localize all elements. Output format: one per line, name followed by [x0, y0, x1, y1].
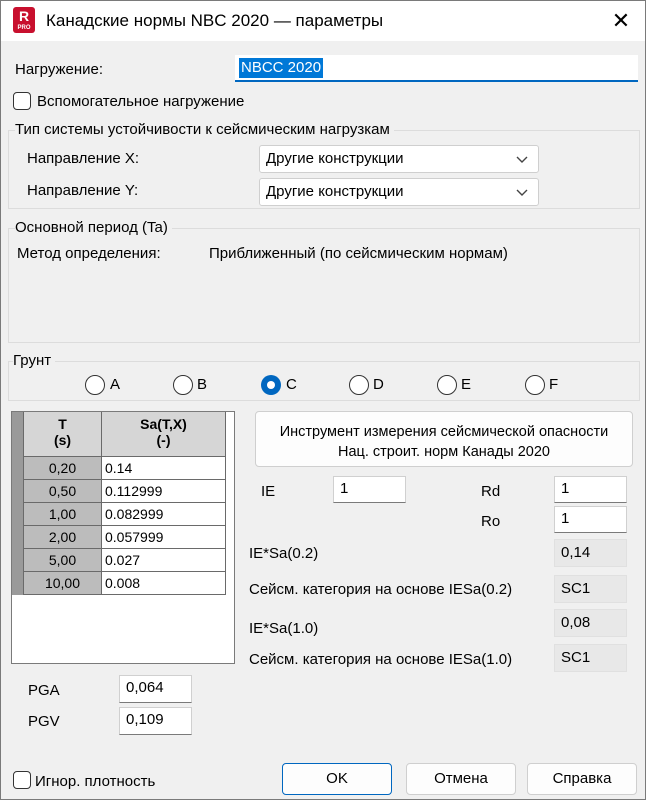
ok-button[interactable]: OK [282, 763, 392, 795]
dir-x-value: Другие конструкции [266, 150, 404, 167]
cat02-label: Сейсм. категория на основе IESa(0.2) [249, 581, 513, 598]
app-logo-icon: R PRO [13, 7, 35, 33]
iesa02-label: IE*Sa(0.2) [249, 545, 319, 562]
soil-label-c: C [286, 376, 297, 393]
dir-y-select[interactable]: Другие конструкции [259, 178, 539, 206]
iesa10-label: IE*Sa(1.0) [249, 620, 319, 637]
table-row-sa[interactable]: 0.082999 [102, 503, 226, 526]
load-name-value: NBCC 2020 [239, 58, 324, 78]
rd-input[interactable]: 1 [554, 476, 627, 503]
help-button[interactable]: Справка [527, 763, 637, 795]
chevron-down-icon [516, 156, 528, 163]
pga-label: PGA [28, 682, 60, 699]
row-marker-strip [12, 457, 24, 595]
load-name-input[interactable]: NBCC 2020 [235, 55, 638, 82]
aux-load-label: Вспомогательное нагружение [37, 93, 245, 110]
soil-label-b: B [197, 376, 208, 393]
rd-label: Rd [481, 483, 501, 500]
dir-x-select[interactable]: Другие конструкции [259, 145, 539, 173]
cat02-value: SC1 [554, 575, 627, 603]
chevron-down-icon [516, 189, 528, 196]
soil-label-f: F [549, 376, 559, 393]
soil-radio-a[interactable] [85, 375, 105, 395]
iesa02-value: 0,14 [554, 539, 627, 567]
ignore-density-checkbox[interactable] [13, 771, 31, 789]
table-row-sa[interactable]: 0.027 [102, 549, 226, 572]
method-value: Приближенный (по сейсмическим нормам) [209, 245, 508, 262]
pgv-input[interactable]: 0,109 [119, 707, 192, 735]
table-row-t[interactable]: 2,00 [24, 526, 102, 549]
pga-input[interactable]: 0,064 [119, 675, 192, 703]
soil-radio-f[interactable] [525, 375, 545, 395]
table-corner [12, 412, 24, 457]
soil-label-d: D [373, 376, 384, 393]
table-row-sa[interactable]: 0.057999 [102, 526, 226, 549]
tool-button-line1: Инструмент измерения сейсмической опасно… [279, 424, 609, 440]
soil-radio-b[interactable] [173, 375, 193, 395]
table-row-sa[interactable]: 0.008 [102, 572, 226, 595]
ie-label: IE [261, 483, 276, 500]
col-header-t-unit: (s) [53, 432, 72, 448]
col-header-t-name: T [58, 416, 67, 432]
load-label: Нагружение: [15, 61, 104, 78]
soil-radio-c[interactable] [261, 375, 281, 395]
aux-load-checkbox[interactable] [13, 92, 31, 110]
ro-label: Ro [481, 513, 501, 530]
cat10-label: Сейсм. категория на основе IESa(1.0) [249, 651, 513, 668]
ie-input[interactable]: 1 [333, 476, 406, 503]
table-row-t[interactable]: 1,00 [24, 503, 102, 526]
soil-radio-e[interactable] [437, 375, 457, 395]
iesa10-value: 0,08 [554, 609, 627, 637]
dialog-window: R PRO Канадские нормы NBC 2020 — парамет… [0, 0, 646, 800]
table-row-t[interactable]: 0,50 [24, 480, 102, 503]
soil-label-e: E [461, 376, 472, 393]
seismic-hazard-tool-button[interactable]: Инструмент измерения сейсмической опасно… [255, 411, 633, 467]
table-row-sa[interactable]: 0.14 [102, 457, 226, 480]
table-row-t[interactable]: 10,00 [24, 572, 102, 595]
ro-input[interactable]: 1 [554, 506, 627, 533]
col-header-t[interactable]: T (s) [24, 412, 102, 457]
cat10-value: SC1 [554, 644, 627, 672]
col-header-sa[interactable]: Sa(T,X) (-) [102, 412, 226, 457]
dir-y-label: Направление Y: [27, 182, 139, 199]
tool-button-line2: Нац. строит. норм Канады 2020 [338, 444, 550, 460]
col-header-sa-unit: (-) [156, 432, 171, 448]
app-logo-letter: R [18, 8, 30, 24]
soil-radio-d[interactable] [349, 375, 369, 395]
window-title: Канадские нормы NBC 2020 — параметры [46, 11, 384, 30]
table-row-t[interactable]: 0,20 [24, 457, 102, 480]
ignore-density-label: Игнор. плотность [35, 773, 156, 790]
soil-label-a: A [110, 376, 121, 393]
title-bar: R PRO Канадские нормы NBC 2020 — парамет… [1, 1, 645, 41]
soil-group-title: Грунт [13, 352, 56, 369]
col-header-sa-name: Sa(T,X) [140, 416, 187, 432]
method-label: Метод определения: [17, 245, 161, 262]
app-logo-sub: PRO [17, 25, 31, 31]
table-row-t[interactable]: 5,00 [24, 549, 102, 572]
dir-y-value: Другие конструкции [266, 183, 404, 200]
period-group-title: Основной период (Ta) [15, 219, 172, 236]
close-icon[interactable]: ✕ [606, 6, 636, 36]
dir-x-label: Направление X: [27, 150, 140, 167]
pgv-label: PGV [28, 713, 60, 730]
stability-group-title: Тип системы устойчивости к сейсмическим … [15, 121, 394, 138]
spectrum-table[interactable]: T (s) Sa(T,X) (-) 0,20 0.14 0,50 0.11299… [11, 411, 235, 664]
table-row-sa[interactable]: 0.112999 [102, 480, 226, 503]
cancel-button[interactable]: Отмена [406, 763, 516, 795]
